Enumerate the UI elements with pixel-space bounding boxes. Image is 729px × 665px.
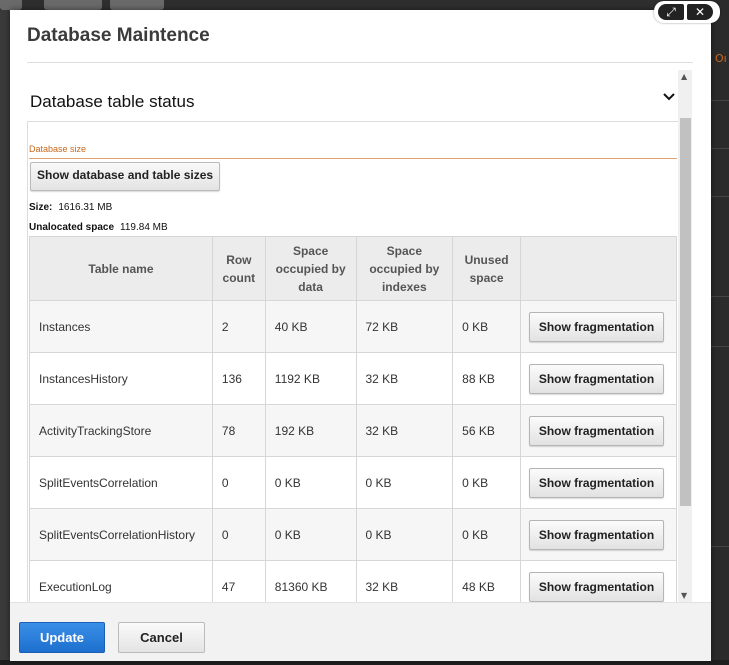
show-sizes-button[interactable]: Show database and table sizes <box>30 162 221 191</box>
vertical-scrollbar[interactable]: ▲ ▼ <box>678 70 692 602</box>
background-tab <box>110 0 164 10</box>
cell-row-count: 136 <box>211 352 266 405</box>
close-icon[interactable]: ✕ <box>687 4 713 20</box>
cell-data-space: 81360 KB <box>264 560 357 608</box>
unallocated-stat: Unalocated space 119.84 MB <box>29 222 168 233</box>
unallocated-label: Unalocated space <box>29 222 115 233</box>
cell-unused-space: 56 KB <box>452 404 521 457</box>
cell-row-count: 47 <box>211 560 266 608</box>
window-controls: ⤢ ✕ <box>654 1 720 23</box>
show-fragmentation-button[interactable]: Show fragmentation <box>529 571 664 602</box>
update-button[interactable]: Update <box>19 622 105 653</box>
cell-table-name: SplitEventsCorrelation <box>29 456 213 509</box>
chevron-down-icon[interactable] <box>663 90 675 106</box>
column-header[interactable]: Row count <box>211 236 266 301</box>
show-fragmentation-button[interactable]: Show fragmentation <box>529 311 664 342</box>
cell-action: Show fragmentation <box>520 456 677 509</box>
background-divider <box>711 196 729 197</box>
section-content: Database size Show database and table si… <box>27 122 679 608</box>
group-label: Database size <box>29 144 87 154</box>
cancel-button[interactable]: Cancel <box>118 622 205 653</box>
table-row: ExecutionLog 47 81360 KB 32 KB 48 KB Sho… <box>29 560 677 608</box>
cell-index-space: 32 KB <box>355 404 454 457</box>
size-stat: Size: 1616.31 MB <box>29 202 112 213</box>
cell-action: Show fragmentation <box>520 404 677 457</box>
background-divider <box>711 346 729 347</box>
dialog-footer: Update Cancel <box>10 602 711 661</box>
cell-unused-space: 88 KB <box>452 352 521 405</box>
cell-row-count: 0 <box>211 508 266 561</box>
background-tab <box>0 0 22 10</box>
size-label: Size: <box>29 202 53 213</box>
column-header <box>520 236 677 301</box>
cell-table-name: ActivityTrackingStore <box>29 404 213 457</box>
size-value: 1616.31 MB <box>58 202 113 213</box>
cell-table-name: InstancesHistory <box>29 352 213 405</box>
cell-table-name: ExecutionLog <box>29 560 213 608</box>
table-status-table: Table name Row count Space occupied by d… <box>29 236 677 608</box>
background-tab-strip <box>0 0 729 10</box>
expand-icon[interactable]: ⤢ <box>658 4 684 20</box>
cell-row-count: 78 <box>211 404 266 457</box>
cell-data-space: 0 KB <box>264 456 357 509</box>
show-fragmentation-button[interactable]: Show fragmentation <box>529 467 664 498</box>
scrollbar-thumb[interactable] <box>680 118 691 506</box>
column-header[interactable]: Space occupied by data <box>264 236 357 301</box>
section-title[interactable]: Database table status <box>30 92 194 112</box>
unallocated-value: 119.84 MB <box>120 222 168 233</box>
scroll-up-arrow-icon[interactable]: ▲ <box>681 72 687 81</box>
cell-unused-space: 0 KB <box>452 300 521 353</box>
cell-action: Show fragmentation <box>520 300 677 353</box>
cell-data-space: 192 KB <box>264 404 357 457</box>
cell-data-space: 1192 KB <box>264 352 357 405</box>
table-row: Instances 2 40 KB 72 KB 0 KB Show fragme… <box>29 300 677 353</box>
cell-row-count: 0 <box>211 456 266 509</box>
cell-unused-space: 48 KB <box>452 560 521 608</box>
table-row: InstancesHistory 136 1192 KB 32 KB 88 KB… <box>29 352 677 405</box>
scroll-down-arrow-icon[interactable]: ▼ <box>681 591 687 600</box>
cell-index-space: 0 KB <box>355 508 454 561</box>
column-header[interactable]: Table name <box>29 236 213 301</box>
background-accent: Oı <box>715 52 727 65</box>
dialog-title: Database Maintence <box>27 25 210 46</box>
cell-data-space: 0 KB <box>264 508 357 561</box>
table-row: SplitEventsCorrelationHistory 0 0 KB 0 K… <box>29 508 677 561</box>
background-divider <box>711 546 729 547</box>
table-header-row: Table name Row count Space occupied by d… <box>29 236 677 301</box>
cell-action: Show fragmentation <box>520 352 677 405</box>
title-divider <box>27 62 693 63</box>
table-row: ActivityTrackingStore 78 192 KB 32 KB 56… <box>29 404 677 457</box>
cell-table-name: Instances <box>29 300 213 353</box>
cell-index-space: 32 KB <box>355 560 454 608</box>
cell-index-space: 0 KB <box>355 456 454 509</box>
background-tab <box>44 0 102 10</box>
table-row: SplitEventsCorrelation 0 0 KB 0 KB 0 KB … <box>29 456 677 509</box>
background-divider <box>711 148 729 149</box>
cell-index-space: 32 KB <box>355 352 454 405</box>
background-divider <box>711 100 729 101</box>
cell-row-count: 2 <box>211 300 266 353</box>
cell-action: Show fragmentation <box>520 508 677 561</box>
group-divider <box>29 158 677 159</box>
cell-unused-space: 0 KB <box>452 456 521 509</box>
dialog-scroll-area: Database table status Database size Show… <box>27 68 693 608</box>
show-fragmentation-button[interactable]: Show fragmentation <box>529 363 664 394</box>
cell-index-space: 72 KB <box>355 300 454 353</box>
show-fragmentation-button[interactable]: Show fragmentation <box>529 415 664 446</box>
column-header[interactable]: Space occupied by indexes <box>355 236 454 301</box>
show-fragmentation-button[interactable]: Show fragmentation <box>529 519 664 550</box>
column-header[interactable]: Unused space <box>452 236 521 301</box>
cell-action: Show fragmentation <box>520 560 677 608</box>
cell-unused-space: 0 KB <box>452 508 521 561</box>
cell-table-name: SplitEventsCorrelationHistory <box>29 508 213 561</box>
database-maintenance-dialog: Database Maintence Database table status… <box>10 10 711 661</box>
cell-data-space: 40 KB <box>264 300 357 353</box>
background-divider <box>711 296 729 297</box>
